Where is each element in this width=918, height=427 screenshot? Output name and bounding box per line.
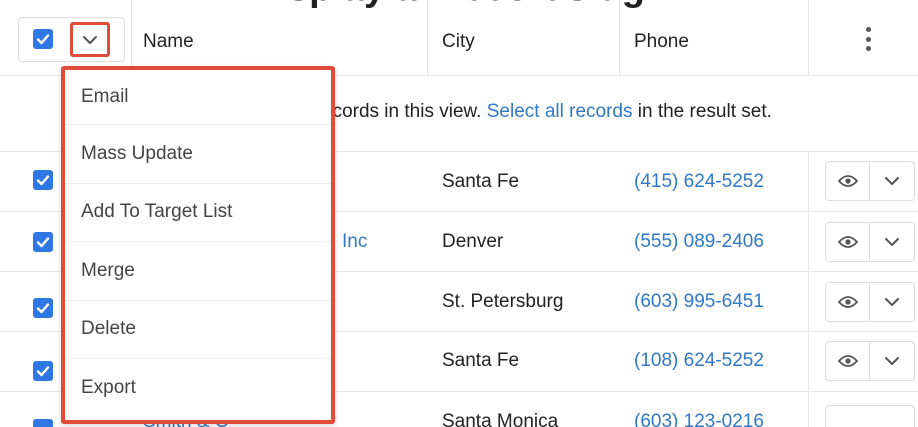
column-divider: [808, 0, 809, 75]
cell-city: Denver: [442, 231, 504, 252]
menu-item-mass-update[interactable]: Mass Update: [65, 125, 331, 184]
column-header-phone[interactable]: Phone: [634, 31, 689, 53]
checkbox-checked-icon: [36, 34, 50, 45]
chevron-down-icon: [83, 35, 97, 44]
cell-phone[interactable]: (603) 995-6451: [634, 291, 764, 313]
preview-button[interactable]: [826, 162, 871, 200]
row-actions-dropdown-button[interactable]: [870, 283, 914, 321]
checkbox-checked-icon: [36, 175, 50, 186]
checkbox-checked-icon: [36, 366, 50, 377]
preview-button[interactable]: [826, 342, 871, 380]
row-actions-dropdown-button[interactable]: [870, 223, 914, 261]
cell-name-link[interactable]: Inc: [342, 231, 367, 253]
row-actions: [825, 282, 915, 322]
row-actions: [825, 341, 915, 381]
cell-city: Santa Fe: [442, 350, 520, 371]
select-all-checkbox[interactable]: [33, 29, 53, 49]
eye-icon: [837, 355, 858, 367]
row-checkbox[interactable]: [33, 419, 53, 427]
mass-actions-dropdown-button[interactable]: [70, 22, 110, 57]
checkbox-checked-icon: [36, 237, 50, 248]
column-divider: [427, 0, 428, 75]
menu-item-merge[interactable]: Merge: [65, 242, 331, 301]
eye-icon: [837, 236, 858, 248]
cell-city: Santa Monica: [442, 411, 559, 427]
cell-city: St. Petersburg: [442, 291, 564, 312]
selection-notice: ecords in this view. Select all records …: [322, 101, 772, 123]
eye-icon: [837, 175, 858, 187]
chevron-down-icon: [885, 357, 899, 365]
chevron-down-icon: [885, 298, 899, 306]
menu-item-delete[interactable]: Delete: [65, 301, 331, 359]
column-header-name[interactable]: Name: [143, 31, 194, 53]
notice-text: in the result set.: [632, 101, 772, 122]
row-checkbox[interactable]: [33, 232, 53, 252]
eye-icon: [837, 296, 858, 308]
column-divider: [131, 0, 132, 75]
menu-item-export[interactable]: Export: [65, 359, 331, 418]
preview-button[interactable]: [826, 223, 871, 261]
chevron-down-icon: [885, 238, 899, 246]
row-actions-dropdown-button[interactable]: [870, 162, 914, 200]
row-actions: [825, 222, 915, 262]
column-header-city[interactable]: City: [442, 31, 475, 53]
checkbox-checked-icon: [36, 303, 50, 314]
row-actions: [825, 405, 915, 427]
cell-city: Santa Fe: [442, 171, 520, 192]
preview-button[interactable]: [826, 283, 871, 321]
cell-phone[interactable]: (603) 123-0216: [634, 411, 764, 427]
menu-item-add-to-target-list[interactable]: Add To Target List: [65, 184, 331, 242]
row-checkbox[interactable]: [33, 361, 53, 381]
column-divider: [619, 0, 620, 75]
cell-phone[interactable]: (415) 624-5252: [634, 171, 764, 193]
select-all-records-link[interactable]: Select all records: [487, 101, 633, 122]
row-actions-dropdown-button[interactable]: [870, 342, 914, 380]
page-heading-cut-off: Display all records ug: [250, 0, 645, 10]
column-divider: [808, 151, 809, 427]
row-checkbox[interactable]: [33, 298, 53, 318]
cell-phone[interactable]: (555) 089-2406: [634, 231, 764, 253]
mass-actions-menu: Email Mass Update Add To Target List Mer…: [61, 66, 335, 424]
menu-item-email[interactable]: Email: [65, 70, 331, 125]
cell-phone[interactable]: (108) 624-5252: [634, 350, 764, 372]
notice-text: ecords in this view.: [322, 101, 487, 122]
row-checkbox[interactable]: [33, 170, 53, 190]
chevron-down-icon: [885, 177, 899, 185]
row-actions: [825, 161, 915, 201]
kebab-menu-icon[interactable]: [860, 22, 876, 56]
